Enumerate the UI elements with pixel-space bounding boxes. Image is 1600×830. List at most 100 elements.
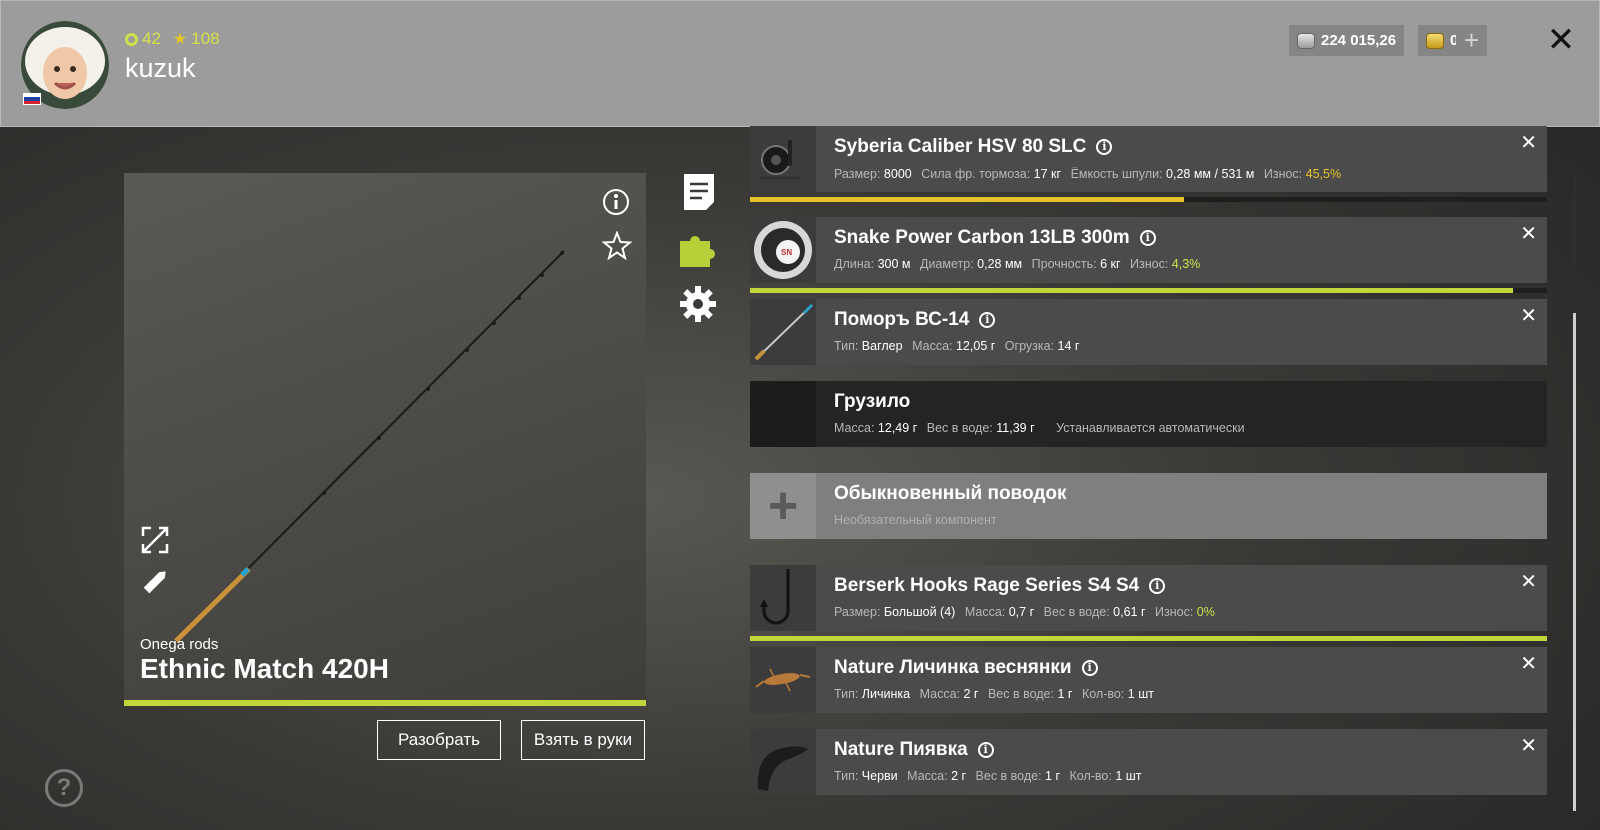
item-subtitle: Необязательный компонент — [834, 513, 997, 527]
prop-value: 11,39 г — [996, 421, 1035, 435]
profile-header: 42 ★ 108 kuzuk 224 015,26 0 + ✕ — [0, 0, 1600, 127]
prop-label: Кол-во: — [1069, 769, 1112, 783]
auto-install-note: Устанавливается автоматически — [1056, 421, 1245, 435]
item-props: Тип: Личинка Масса: 2 г Вес в воде: 1 г … — [834, 687, 1160, 701]
remove-item-button[interactable]: ✕ — [1520, 733, 1537, 758]
prop-value: 0,61 г — [1113, 605, 1146, 619]
prop-value: 8000 — [883, 167, 912, 181]
prop-value: 2 г — [963, 687, 979, 701]
wear-bar — [750, 288, 1547, 293]
item-title-text: Поморъ ВС-14 — [834, 309, 970, 330]
item-info-icon[interactable]: i — [1096, 139, 1113, 155]
prop-label: Тип: — [834, 769, 859, 783]
wear-bar — [750, 636, 1547, 641]
prop-value: 0,7 г — [1008, 605, 1035, 619]
item-title: Snake Power Carbon 13LB 300m i — [834, 227, 1156, 249]
prop-label: Вес в воде: — [926, 421, 993, 435]
list-item-bait-larva[interactable]: Nature Личинка веснянки i Тип: Личинка М… — [750, 647, 1547, 713]
disassemble-button[interactable]: Разобрать — [377, 720, 501, 760]
level-value: 42 — [142, 29, 161, 48]
prop-value: 12,05 г — [955, 339, 996, 353]
star-icon: ★ — [172, 31, 188, 48]
scrollbar-thumb[interactable] — [1573, 313, 1576, 811]
list-item-hook[interactable]: Berserk Hooks Rage Series S4 S4 i Размер… — [750, 565, 1547, 631]
add-currency-button[interactable]: + — [1456, 25, 1487, 56]
item-info-icon[interactable]: i — [977, 742, 994, 758]
item-title: Nature Личинка веснянки i — [834, 657, 1098, 679]
wear-value: 4,3% — [1171, 257, 1201, 271]
item-info-icon[interactable]: i — [979, 312, 996, 328]
close-button[interactable]: ✕ — [1546, 23, 1576, 57]
list-item-line[interactable]: SN Snake Power Carbon 13LB 300m i Длина:… — [750, 217, 1547, 283]
list-item-bait-leech[interactable]: Nature Пиявка i Тип: Черви Масса: 2 г Ве… — [750, 729, 1547, 795]
item-props: Длина: 300 м Диаметр: 0,28 мм Прочность:… — [834, 257, 1200, 271]
prop-label: Прочность: — [1031, 257, 1097, 271]
wear-bar — [750, 197, 1547, 202]
item-props: Тип: Ваглер Масса: 12,05 г Огрузка: 14 г — [834, 339, 1085, 353]
take-in-hands-button[interactable]: Взять в руки — [521, 720, 645, 760]
rod-preview-panel: Onega rods Ethnic Match 420H — [124, 173, 646, 703]
remove-item-button[interactable]: ✕ — [1520, 651, 1537, 676]
wear-value: 0% — [1196, 605, 1215, 619]
wear-label: Износ: — [1263, 167, 1303, 181]
wear-value: 45,5% — [1305, 167, 1342, 181]
prop-value: Большой (4) — [883, 605, 956, 619]
description-icon[interactable] — [682, 172, 716, 217]
components-puzzle-icon[interactable] — [678, 229, 718, 274]
sinker-thumbnail — [750, 381, 816, 447]
username: kuzuk — [125, 53, 196, 83]
prop-label: Длина: — [834, 257, 875, 271]
rank-value: 108 — [191, 29, 220, 48]
prop-value: 2 г — [951, 769, 967, 783]
item-info-icon[interactable]: i — [1139, 230, 1156, 246]
prop-label: Огрузка: — [1004, 339, 1055, 353]
settings-gear-icon[interactable] — [679, 285, 717, 328]
gold-coin-icon — [1426, 32, 1444, 49]
svg-text:SN: SN — [781, 248, 792, 257]
remove-item-button[interactable]: ✕ — [1520, 569, 1537, 594]
remove-item-button[interactable]: ✕ — [1520, 303, 1537, 328]
silver-coin-icon — [1297, 32, 1315, 49]
item-title-text: Berserk Hooks Rage Series S4 S4 — [834, 575, 1140, 596]
help-button[interactable]: ? — [45, 769, 83, 807]
remove-item-button[interactable]: ✕ — [1520, 221, 1537, 246]
rod-name: Ethnic Match 420H — [140, 653, 389, 684]
prop-label: Размер: — [834, 605, 881, 619]
item-title-text: Snake Power Carbon 13LB 300m — [834, 227, 1130, 248]
prop-label: Масса: — [834, 421, 875, 435]
item-title-text: Nature Пиявка — [834, 739, 968, 760]
reel-thumbnail — [750, 126, 816, 192]
prop-value: 0,28 мм / 531 м — [1166, 167, 1255, 181]
item-info-icon[interactable]: i — [1149, 578, 1166, 594]
prop-label: Масса: — [907, 769, 948, 783]
prop-value: 1 г — [1045, 769, 1061, 783]
favorite-star-icon[interactable] — [601, 230, 633, 266]
silver-balance: 224 015,26 — [1289, 25, 1405, 56]
list-item-leader-slot[interactable]: + Обыкновенный поводок Необязательный ко… — [750, 473, 1547, 539]
prop-value: Ваглер — [861, 339, 903, 353]
list-item-float[interactable]: Поморъ ВС-14 i Тип: Ваглер Масса: 12,05 … — [750, 299, 1547, 365]
prop-label: Диаметр: — [919, 257, 974, 271]
item-props: Размер: Большой (4) Масса: 0,7 г Вес в в… — [834, 605, 1215, 619]
level-ring-icon — [125, 32, 138, 46]
prop-value: 6 кг — [1100, 257, 1121, 271]
item-title-text: Nature Личинка веснянки — [834, 657, 1072, 678]
prop-value: 14 г — [1057, 339, 1080, 353]
item-title: Nature Пиявка i — [834, 739, 994, 761]
add-component-slot[interactable]: + — [750, 473, 816, 539]
item-props: Масса: 12,49 г Вес в воде: 11,39 г Устан… — [834, 421, 1245, 435]
info-icon[interactable] — [602, 188, 630, 221]
list-item-reel[interactable]: Syberia Caliber HSV 80 SLC i Размер: 800… — [750, 126, 1547, 192]
item-title: Syberia Caliber HSV 80 SLC i — [834, 136, 1113, 158]
edit-pencil-icon[interactable] — [140, 567, 170, 602]
prop-value: 1 шт — [1127, 687, 1154, 701]
item-info-icon[interactable]: i — [1081, 660, 1098, 676]
prop-label: Масса: — [912, 339, 953, 353]
list-item-sinker[interactable]: Грузило Масса: 12,49 г Вес в воде: 11,39… — [750, 381, 1547, 447]
expand-icon[interactable] — [140, 525, 170, 560]
float-thumbnail — [750, 299, 816, 365]
rank-stat: ★ 108 — [173, 29, 220, 49]
item-title: Обыкновенный поводок — [834, 483, 1067, 505]
remove-item-button[interactable]: ✕ — [1520, 130, 1537, 155]
prop-value: 17 кг — [1033, 167, 1062, 181]
